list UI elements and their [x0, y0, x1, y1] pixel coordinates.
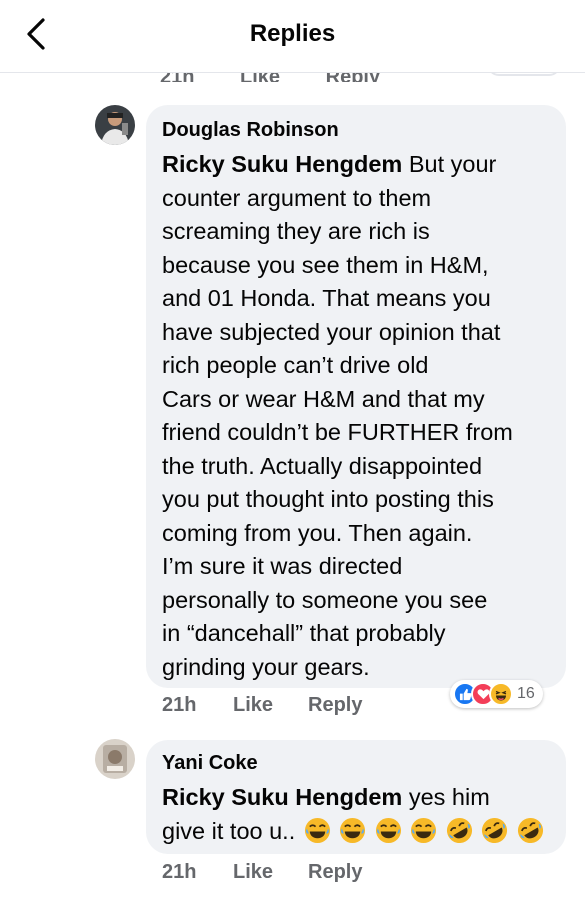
comment-text: Ricky Suku Hengdem But your counter argu…	[162, 148, 550, 684]
comment-author[interactable]: Douglas Robinson	[162, 119, 550, 142]
rofl-emoji	[482, 817, 508, 843]
text-line: screaming they are rich is	[162, 218, 430, 244]
text-line: and 01 Honda. That means you	[162, 285, 491, 311]
reaction-summary[interactable]: 16	[450, 680, 543, 708]
page-title: Replies	[249, 20, 336, 47]
text-line: counter argument to them	[162, 184, 432, 211]
like-button[interactable]: Like	[233, 861, 273, 884]
joy-emoji	[340, 817, 366, 843]
comment-bubble: Douglas Robinson Ricky Suku Hengdem But …	[146, 105, 566, 688]
text-line: But your	[402, 151, 497, 177]
joy-emoji	[411, 817, 437, 843]
text-line: coming from you. Then again.	[162, 519, 473, 546]
mention-link[interactable]: Ricky Suku Hengdem	[162, 151, 402, 177]
text-line: because you see them in H&M,	[162, 251, 489, 278]
comment-actions: 21h Like Reply	[162, 861, 462, 887]
comment-actions: 21h Like Reply	[162, 694, 462, 720]
text-line: you put thought into posting this	[162, 486, 494, 512]
comment-time: 21h	[162, 861, 197, 883]
rofl-emoji	[517, 817, 544, 843]
reply-button[interactable]: Reply	[308, 861, 362, 884]
text-line: have subjected your opinion that	[162, 318, 501, 345]
text-line: friend couldn’t be FURTHER from	[162, 419, 513, 445]
text-line: I’m sure it was directed	[162, 553, 403, 579]
text-line: in “dancehall” that probably	[162, 620, 446, 646]
joy-emoji	[304, 817, 330, 843]
text-line: give it too u..	[162, 817, 296, 844]
text-line: yes him	[402, 784, 490, 810]
comment-time: 21h	[162, 694, 197, 716]
comment-author[interactable]: Yani Coke	[162, 752, 550, 775]
text-line: Cars or wear H&M and that my	[162, 385, 485, 412]
emoji-row	[302, 817, 544, 844]
mention-link[interactable]: Ricky Suku Hengdem	[162, 784, 402, 810]
reaction-count: 16	[517, 685, 535, 702]
text-line: the truth. Actually disappointed	[162, 452, 483, 479]
reply-button[interactable]: Reply	[308, 694, 362, 717]
text-line: personally to someone you see	[162, 586, 488, 613]
avatar[interactable]	[95, 105, 135, 145]
joy-emoji	[375, 817, 401, 843]
rofl-emoji	[446, 817, 472, 843]
top-bar: Replies	[0, 0, 585, 73]
avatar[interactable]	[95, 739, 135, 779]
text-line: grinding your gears.	[162, 653, 370, 680]
comment-text: Ricky Suku Hengdem yes him give it too u…	[162, 781, 550, 848]
text-line: rich people can’t drive old	[162, 352, 429, 378]
comment-bubble: Yani Coke Ricky Suku Hengdem yes him giv…	[146, 740, 566, 854]
haha-icon	[489, 682, 513, 706]
like-button[interactable]: Like	[233, 694, 273, 717]
